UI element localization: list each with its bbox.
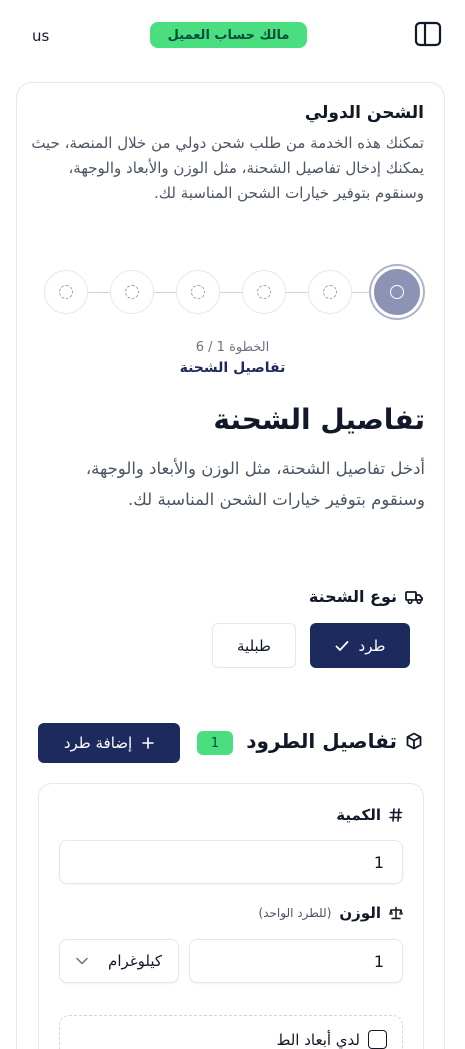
parcel-option-button[interactable]: طرد (310, 623, 410, 668)
packages-text: تفاصيل الطرود (246, 729, 397, 753)
check-icon (335, 640, 349, 652)
scale-icon (389, 906, 403, 920)
account-owner-badge: مالك حساب العميل (150, 22, 307, 48)
box-icon (405, 732, 423, 750)
current-step-name: تفاصيل الشحنة (179, 360, 286, 376)
add-package-label: إضافة طرد (63, 734, 133, 752)
weight-hint: (للطرد الواحد) (258, 906, 332, 920)
progress-stepper (44, 266, 424, 318)
sidebar-toggle-icon[interactable] (414, 21, 442, 47)
quantity-input[interactable]: 1 (59, 840, 403, 884)
pending-step-icon (125, 285, 139, 299)
packages-label: تفاصيل الطرود (246, 729, 423, 753)
section-description: أدخل تفاصيل الشحنة، مثل الوزن والأبعاد و… (85, 459, 425, 509)
service-title: الشحن الدولي (304, 103, 424, 123)
step-6[interactable] (44, 270, 88, 314)
top-bar: us مالك حساب العميل (0, 0, 465, 70)
step-5[interactable] (110, 270, 154, 314)
truck-icon (405, 589, 423, 605)
service-description: تمكنك هذه الخدمة من طلب شحن دولي من خلال… (31, 134, 424, 202)
language-switch[interactable]: us (32, 27, 49, 45)
dimensions-checkbox-row[interactable]: لدي أبعاد الط (276, 1030, 387, 1049)
hash-icon (389, 808, 403, 822)
current-step-icon (390, 285, 404, 299)
weight-input[interactable]: 1 (189, 939, 403, 983)
step-counter: الخطوة 1 / 6 (195, 340, 270, 355)
weight-label: الوزن (للطرد الواحد) (259, 904, 403, 922)
shipment-type-label: نوع الشحنة (309, 587, 423, 606)
chevron-down-icon (76, 957, 88, 965)
dimensions-checkbox[interactable] (368, 1030, 387, 1049)
shipment-type-text: نوع الشحنة (308, 587, 397, 606)
pending-step-icon (257, 285, 271, 299)
pending-step-icon (59, 285, 73, 299)
parcel-option-label: طرد (358, 636, 386, 655)
step-1-current[interactable] (371, 266, 423, 318)
dimensions-checkbox-label: لدي أبعاد الط (276, 1030, 360, 1049)
weight-text: الوزن (339, 904, 381, 922)
weight-unit-select[interactable]: كيلوغرام (59, 939, 179, 983)
step-3[interactable] (242, 270, 286, 314)
pallet-option-label: طبلية (237, 636, 271, 655)
step-4[interactable] (176, 270, 220, 314)
package-count-badge: 1 (197, 731, 233, 755)
add-package-button[interactable]: إضافة طرد (38, 723, 180, 763)
quantity-value: 1 (373, 852, 384, 872)
pending-step-icon (323, 285, 337, 299)
weight-value: 1 (373, 951, 384, 971)
quantity-text: الكمية (336, 806, 381, 824)
pallet-option-button[interactable]: طبلية (212, 623, 296, 668)
weight-unit-value: كيلوغرام (108, 952, 162, 970)
quantity-label: الكمية (336, 806, 403, 824)
section-title: تفاصيل الشحنة (213, 403, 425, 436)
step-2[interactable] (308, 270, 352, 314)
pending-step-icon (191, 285, 205, 299)
plus-icon (142, 737, 154, 749)
